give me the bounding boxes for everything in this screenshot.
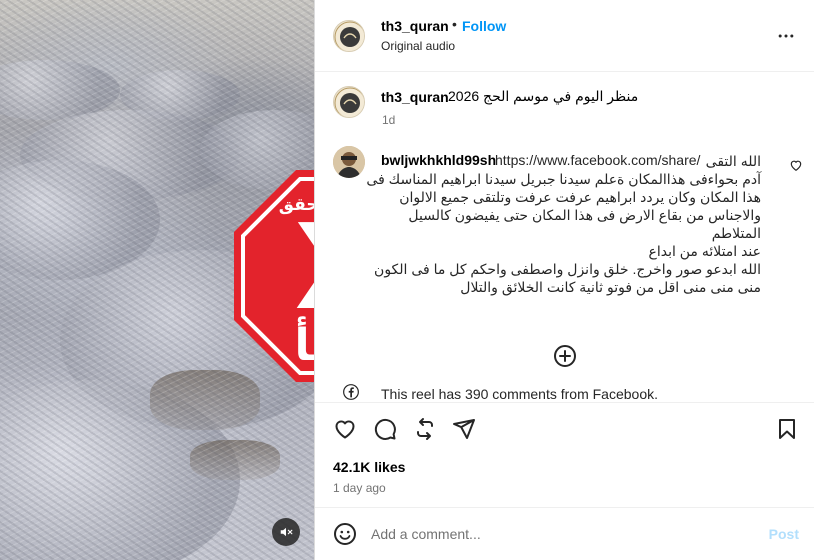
post-comment-button[interactable]: Post: [769, 526, 799, 542]
facebook-comments-note: This reel has 390 comments from Facebook…: [315, 374, 814, 402]
like-comment-icon[interactable]: [789, 158, 803, 172]
comment-line: والاجناس من بقاع الارض فى هذا المكان حتى…: [408, 207, 761, 223]
comment-composer: Post: [315, 507, 814, 560]
comment-line: الله ابدعو صور واخرج. خلق وانزل واصطفى و…: [374, 261, 761, 277]
post-header: th3_quran • Follow Original audio: [315, 0, 814, 72]
facebook-icon: [343, 384, 359, 400]
comment-input[interactable]: [371, 522, 751, 546]
quran-logo-icon: [334, 87, 364, 117]
quran-logo-icon: [334, 21, 364, 51]
comment-line: الله التقى: [705, 153, 761, 169]
comment-body: الله التقى آدم بحواءفى هذاالمكان ةعلم سي…: [366, 152, 762, 296]
emoji-icon[interactable]: [333, 522, 357, 546]
repost-icon[interactable]: [413, 417, 437, 441]
facebook-comments-text: This reel has 390 comments from Facebook…: [381, 386, 659, 402]
speaker-muted-icon: [280, 527, 293, 537]
comment-line: آدم بحواءفى هذاالمكان ةعلم سيدنا جبريل س…: [366, 171, 761, 187]
share-send-icon[interactable]: [452, 417, 476, 441]
audio-label[interactable]: Original audio: [381, 39, 455, 53]
caption-text: منظر اليوم في موسم الحج 2026: [448, 88, 639, 104]
author-username[interactable]: th3_quran: [381, 18, 449, 34]
comment-line: هذا المكان وكان يردد ابراهيم عرفت عرفت و…: [399, 189, 761, 205]
follow-button[interactable]: Follow: [462, 18, 506, 34]
save-bookmark-icon[interactable]: [775, 417, 799, 441]
more-options-icon[interactable]: [775, 26, 797, 46]
post-panel: th3_quran • Follow Original audio th3_qu…: [314, 0, 814, 560]
action-bar: [315, 402, 814, 452]
comment-bubble-icon[interactable]: [373, 417, 397, 441]
caption-username[interactable]: th3_quran: [381, 89, 449, 105]
separator-dot: •: [452, 16, 457, 32]
mute-button[interactable]: [272, 518, 300, 546]
load-more-comments-icon[interactable]: [553, 344, 577, 368]
comment-line: منى منى منى اقل من فوتو ثانية كانت الخلا…: [460, 279, 761, 295]
commenter-avatar[interactable]: [333, 146, 365, 178]
comments-section[interactable]: th3_quran منظر اليوم في موسم الحج 2026 1…: [315, 72, 814, 402]
avatar[interactable]: [333, 20, 365, 52]
comment-line: عند امتلائه من ابداع: [648, 243, 762, 259]
caption-avatar[interactable]: [333, 86, 365, 118]
caption-timestamp[interactable]: 1d: [382, 113, 395, 127]
comment-line: المتلاطم: [711, 225, 761, 241]
commenter-photo: [333, 146, 365, 178]
like-count[interactable]: 42.1K likes: [333, 459, 405, 475]
post-date[interactable]: 1 day ago: [333, 481, 386, 495]
like-heart-icon[interactable]: [333, 417, 357, 441]
